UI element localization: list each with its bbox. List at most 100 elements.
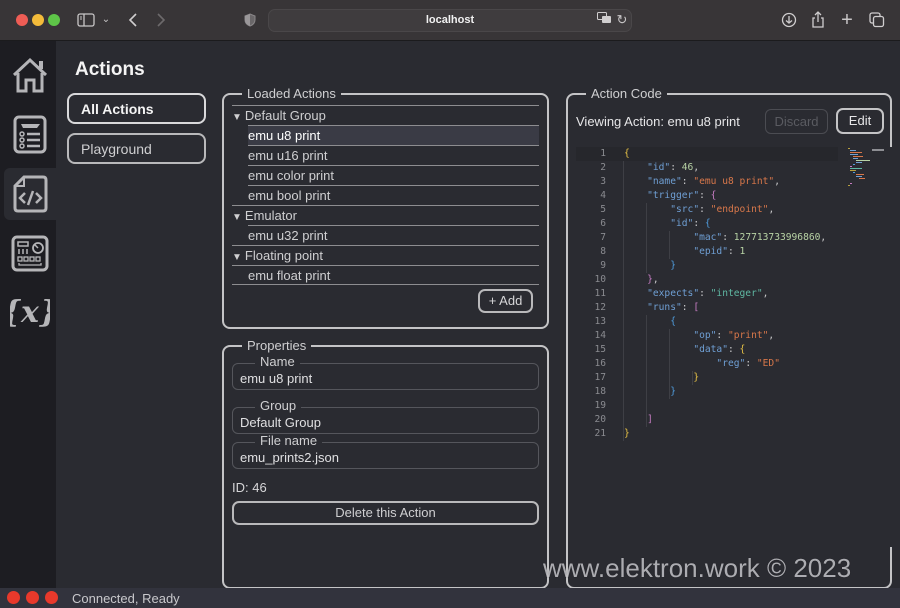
tree-item[interactable]: emu u32 print: [248, 225, 539, 245]
tree-item[interactable]: emu float print: [232, 265, 539, 285]
back-icon[interactable]: [124, 10, 142, 30]
item-label: emu color print: [248, 168, 334, 183]
code-line: 13 {: [576, 315, 838, 329]
status-indicator-dot: [7, 591, 20, 604]
close-window-button[interactable]: [16, 14, 28, 26]
shield-icon[interactable]: [242, 10, 258, 30]
file-name-label: File name: [255, 434, 323, 448]
control-panel-icon: [11, 235, 49, 272]
code-line: 4 "trigger": {: [576, 189, 838, 203]
nav-playground[interactable]: Playground: [67, 133, 206, 164]
code-text: "name": "emu u8 print",: [647, 176, 780, 187]
properties-panel: Properties Name emu u8 print Group Defau…: [222, 338, 549, 589]
line-number: 16: [594, 358, 606, 369]
chevron-down-icon[interactable]: ⌄: [100, 10, 112, 30]
reload-icon[interactable]: ↻: [615, 10, 629, 30]
tab-overview-icon[interactable]: [868, 10, 886, 30]
code-line: 10 },: [576, 273, 838, 287]
code-line: 9 }: [576, 259, 838, 273]
file-name-field[interactable]: File name emu_prints2.json: [232, 434, 539, 469]
action-code-panel: Action Code Viewing Action: emu u8 print…: [566, 86, 892, 589]
status-text: Connected, Ready: [72, 591, 180, 606]
code-line: 6 "id": {: [576, 217, 838, 231]
tree-item[interactable]: emu u16 print: [248, 145, 539, 165]
download-icon[interactable]: [780, 10, 798, 30]
code-text: }: [693, 372, 700, 383]
code-text: },: [647, 274, 659, 285]
code-minimap[interactable]: [846, 147, 882, 187]
code-line: 11 "expects": "integer",: [576, 287, 838, 301]
line-number: 11: [594, 288, 606, 299]
group-label: Group: [255, 399, 302, 413]
group-label: Default Group: [244, 108, 326, 123]
address-bar[interactable]: localhost ↻: [268, 9, 632, 32]
code-line: 12 "runs": [: [576, 301, 838, 315]
line-number: 10: [594, 274, 606, 285]
code-text: ]: [647, 414, 653, 425]
discard-button[interactable]: Discard: [765, 109, 828, 134]
loaded-actions-legend: Loaded Actions: [242, 86, 341, 101]
tree-item[interactable]: emu bool print: [248, 185, 539, 205]
expand-triangle-icon: ▼: [232, 212, 242, 223]
code-line: 19: [576, 399, 838, 413]
tree-group-floating-point[interactable]: ▼ Floating point: [232, 245, 539, 265]
code-text: }: [670, 260, 676, 271]
action-code-legend: Action Code: [586, 86, 667, 101]
minimap-scroll-indicator[interactable]: [872, 149, 884, 151]
code-text: "id": 46,: [647, 162, 700, 173]
line-number: 8: [600, 246, 606, 257]
tree-item[interactable]: emu color print: [248, 165, 539, 185]
code-line: 17 }: [576, 371, 838, 385]
translate-icon[interactable]: [596, 11, 612, 31]
nav-all-actions[interactable]: All Actions: [67, 93, 206, 124]
minimize-window-button[interactable]: [32, 14, 44, 26]
app-window: {x} Actions All Actions Playground Loade…: [0, 41, 900, 589]
name-field[interactable]: Name emu u8 print: [232, 355, 539, 390]
code-text: "expects": "integer",: [647, 288, 769, 299]
icon-rail: {x}: [0, 41, 56, 588]
rail-item-control-panel[interactable]: [4, 227, 56, 279]
tree-item[interactable]: emu u8 print: [248, 125, 539, 145]
expand-triangle-icon: ▼: [232, 112, 242, 123]
rail-item-home[interactable]: [4, 49, 56, 101]
code-line: 5 "src": "endpoint",: [576, 203, 838, 217]
code-line: 15 "data": {: [576, 343, 838, 357]
code-text: "runs": [: [647, 302, 700, 313]
line-number: 21: [594, 428, 606, 439]
code-text: {: [624, 148, 630, 159]
code-editor[interactable]: 1{2 "id": 46, 3 "name": "emu u8 print", 4 …: [576, 147, 892, 547]
code-text: "mac": 127713733996860,: [693, 232, 827, 243]
expand-triangle-icon: ▼: [232, 252, 242, 263]
edit-button[interactable]: Edit: [836, 108, 884, 134]
line-number: 19: [594, 400, 606, 411]
code-line: 3 "name": "emu u8 print",: [576, 175, 838, 189]
code-text: "id": {: [670, 218, 711, 229]
item-label: emu u16 print: [248, 148, 328, 163]
code-line: 7 "mac": 127713733996860,: [576, 231, 838, 245]
tree-group-default[interactable]: ▼ Default Group: [232, 105, 539, 125]
code-file-icon: [13, 175, 48, 213]
line-number: 2: [600, 162, 606, 173]
line-number: 6: [600, 218, 606, 229]
line-number: 15: [594, 344, 606, 355]
group-field[interactable]: Group Default Group: [232, 399, 539, 434]
zoom-window-button[interactable]: [48, 14, 60, 26]
new-tab-icon[interactable]: +: [838, 10, 856, 30]
delete-action-button[interactable]: Delete this Action: [232, 501, 539, 525]
browser-toolbar: ⌄ localhost ↻ +: [0, 0, 900, 41]
add-action-button[interactable]: + Add: [478, 289, 533, 313]
rail-item-variables[interactable]: {x}: [4, 286, 56, 338]
sidebar-toggle-icon[interactable]: [76, 10, 96, 30]
flight-list-icon: [13, 115, 47, 154]
forward-icon[interactable]: [152, 10, 170, 30]
status-bar: Connected, Ready: [0, 588, 900, 608]
line-number: 4: [600, 190, 606, 201]
code-line: 2 "id": 46,: [576, 161, 838, 175]
code-line: 14 "op": "print",: [576, 329, 838, 343]
rail-item-actions[interactable]: [4, 168, 56, 220]
line-number: 9: [600, 260, 606, 271]
code-line: 20 ]: [576, 413, 838, 427]
rail-item-flight-list[interactable]: [4, 108, 56, 160]
tree-group-emulator[interactable]: ▼ Emulator: [232, 205, 539, 225]
share-icon[interactable]: [809, 10, 827, 30]
